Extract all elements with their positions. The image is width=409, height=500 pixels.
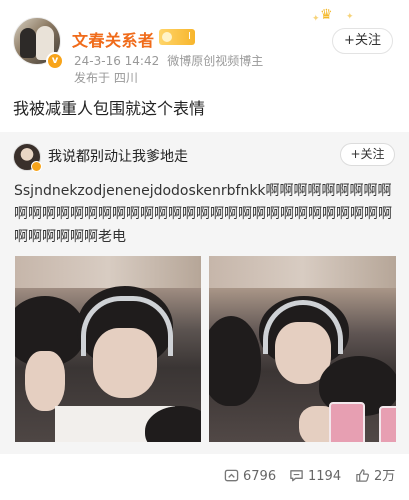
post-text: 我被减重人包围就这个表情 (13, 99, 206, 118)
badge-dot-icon (162, 32, 172, 42)
like-button[interactable]: 2万 (355, 468, 395, 486)
post-location: 发布于 四川 (74, 71, 138, 85)
phone-icon (379, 406, 396, 442)
photo-background (209, 256, 396, 288)
author-source: 微博原创视频博主 (167, 54, 264, 68)
repost-image-right[interactable] (209, 256, 396, 442)
avatar-figure-left (20, 28, 36, 58)
weibo-post: v 文春关系者 I ♛ ✦ ✦ 24-3-16 14:42 微博原创视频博主 发布… (0, 0, 409, 500)
author-name[interactable]: 文春关系者 (72, 27, 155, 51)
repost-follow-button[interactable]: +关注 (340, 143, 395, 166)
repost-text: Ssjndnekzodjenenejdodoskenrbfnkk啊啊啊啊啊啊啊啊… (14, 183, 392, 245)
like-count: 2万 (374, 469, 396, 484)
thumbs-up-icon (356, 469, 369, 482)
repost-card[interactable]: 我说都别动让我爹地走 +关注 Ssjndnekzodjenenejdodoske… (0, 132, 409, 454)
crown-decoration-icon: ♛ (320, 7, 333, 23)
repost-author-name[interactable]: 我说都别动让我爹地走 (48, 146, 188, 166)
comment-button[interactable]: 1194 (289, 468, 341, 486)
post-meta: 24-3-16 14:42 微博原创视频博主 (74, 52, 263, 69)
photo-person-face (25, 351, 65, 411)
headphones-icon (81, 296, 173, 356)
sparkle-icon: ✦ (346, 12, 354, 22)
fan-level-badge: I (159, 29, 195, 45)
comment-count: 1194 (308, 469, 342, 484)
verified-icon: v (46, 52, 64, 70)
photo-person-hair (209, 316, 261, 406)
repost-icon (224, 469, 239, 482)
repost-count: 6796 (243, 469, 277, 484)
phone-icon (329, 402, 365, 442)
follow-button[interactable]: +关注 (332, 28, 393, 54)
comment-icon (290, 470, 303, 482)
repost-verified-icon (31, 161, 42, 172)
action-bar: 6796 1194 2万 (0, 454, 409, 500)
post-timestamp: 24-3-16 14:42 (74, 54, 160, 68)
photo-background (15, 256, 201, 288)
repost-image-left[interactable] (15, 256, 201, 442)
repost-button[interactable]: 6796 (224, 468, 276, 486)
sparkle-icon: ✦ (312, 14, 320, 24)
fan-level-label: I (188, 31, 191, 42)
